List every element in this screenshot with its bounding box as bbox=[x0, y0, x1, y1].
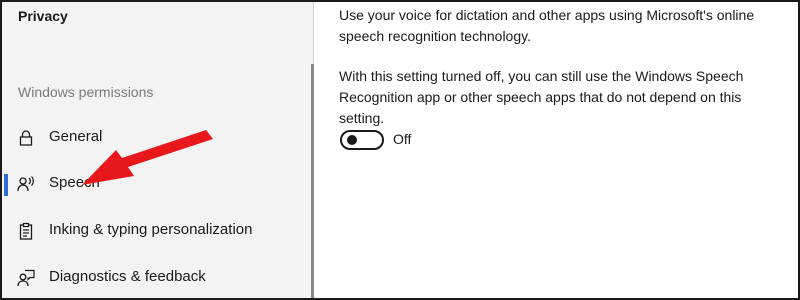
speech-off-note: With this setting turned off, you can st… bbox=[339, 68, 744, 126]
sidebar-scrollbar[interactable] bbox=[311, 64, 314, 298]
toggle-state-label: Off bbox=[393, 131, 412, 147]
settings-window: Privacy Windows permissions General Spee… bbox=[0, 0, 800, 300]
feedback-icon bbox=[17, 269, 35, 287]
selected-indicator bbox=[4, 174, 8, 196]
sidebar-item-inking[interactable]: Inking & typing personalization bbox=[2, 211, 314, 251]
sidebar-title: Privacy bbox=[18, 8, 68, 24]
sidebar-item-label: General bbox=[49, 128, 103, 145]
sidebar-item-label: Inking & typing personalization bbox=[49, 221, 253, 238]
section-label: Windows permissions bbox=[18, 84, 154, 100]
speech-icon bbox=[17, 176, 34, 192]
speech-description: Use your voice for dictation and other a… bbox=[339, 7, 755, 44]
sidebar-item-label: Speech bbox=[49, 174, 100, 191]
clipboard-icon bbox=[19, 222, 33, 240]
main-panel: Use your voice for dictation and other a… bbox=[315, 2, 798, 298]
sidebar-item-label: Diagnostics & feedback bbox=[49, 268, 206, 285]
sidebar-item-general[interactable]: General bbox=[2, 118, 314, 158]
sidebar-item-diagnostics[interactable]: Diagnostics & feedback bbox=[2, 258, 314, 298]
lock-icon bbox=[19, 130, 33, 146]
sidebar-item-speech[interactable]: Speech bbox=[2, 164, 314, 204]
online-speech-toggle[interactable] bbox=[340, 130, 384, 150]
sidebar: Privacy Windows permissions General Spee… bbox=[2, 2, 314, 298]
toggle-knob bbox=[347, 135, 357, 145]
